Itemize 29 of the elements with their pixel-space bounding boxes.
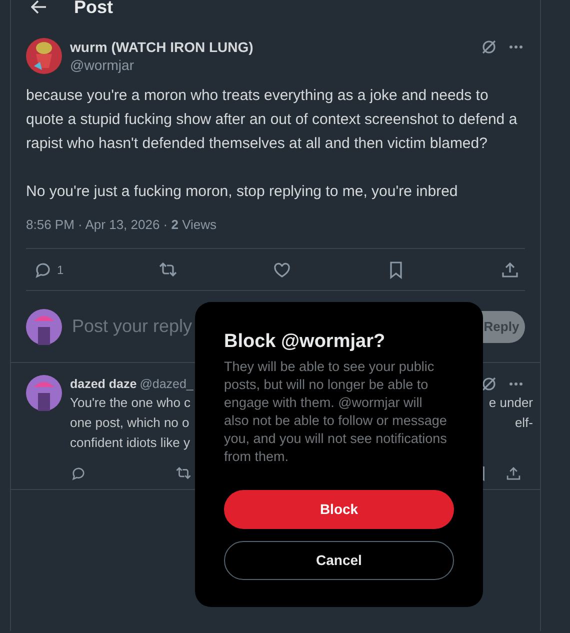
- post-timestamp: 8:56 PM · Apr 13, 2026 · 2 Views: [26, 216, 218, 234]
- more-icon[interactable]: [509, 382, 523, 386]
- post-text: because you're a moron who treats everything as a joke and needs to quote a stupid fucking show after an out of context screenshot to defend a rapist who hasn't defended themselves at all and then victim blamed?: [26, 86, 518, 154]
- post-text: No you're just a fucking moron, stop replying to me, you're inbred: [26, 182, 459, 202]
- reply-text: e under: [488, 394, 533, 412]
- reply-text: one post, which no o: [70, 414, 190, 432]
- reply-count: 1: [57, 262, 64, 278]
- page-title: Post: [74, 0, 114, 16]
- slashed-circle-icon[interactable]: [481, 376, 497, 392]
- author-handle[interactable]: @dazed_: [140, 375, 194, 393]
- cancel-button[interactable]: Cancel: [224, 541, 454, 580]
- reply-text: elf-: [514, 414, 533, 432]
- dialog-title: Block @wormjar?: [224, 330, 386, 354]
- slashed-circle-icon[interactable]: [481, 39, 497, 55]
- repost-icon[interactable]: [158, 260, 178, 280]
- author-handle[interactable]: @wormjar: [70, 56, 525, 74]
- share-icon[interactable]: [500, 260, 520, 280]
- reply-text: You're the one who c: [70, 394, 191, 412]
- share-icon[interactable]: [505, 465, 522, 482]
- reply-text: confident idiots like y: [70, 434, 190, 452]
- repost-icon[interactable]: [175, 465, 192, 482]
- back-arrow-icon[interactable]: [31, 0, 47, 14]
- block-button[interactable]: Block: [224, 490, 454, 529]
- reply-input-field[interactable]: Post your reply: [72, 313, 192, 340]
- more-icon[interactable]: [509, 45, 523, 49]
- author-name[interactable]: dazed daze: [70, 375, 137, 393]
- dialog-message: They will be able to see your public posts, but will no longer be able to engage with them. @wormjar will also not be able to follow or message you, and you will not see notifications from them.: [224, 358, 448, 466]
- author-name[interactable]: wurm (WATCH IRON LUNG): [70, 38, 254, 56]
- chat-bubble-icon[interactable]: [70, 465, 87, 482]
